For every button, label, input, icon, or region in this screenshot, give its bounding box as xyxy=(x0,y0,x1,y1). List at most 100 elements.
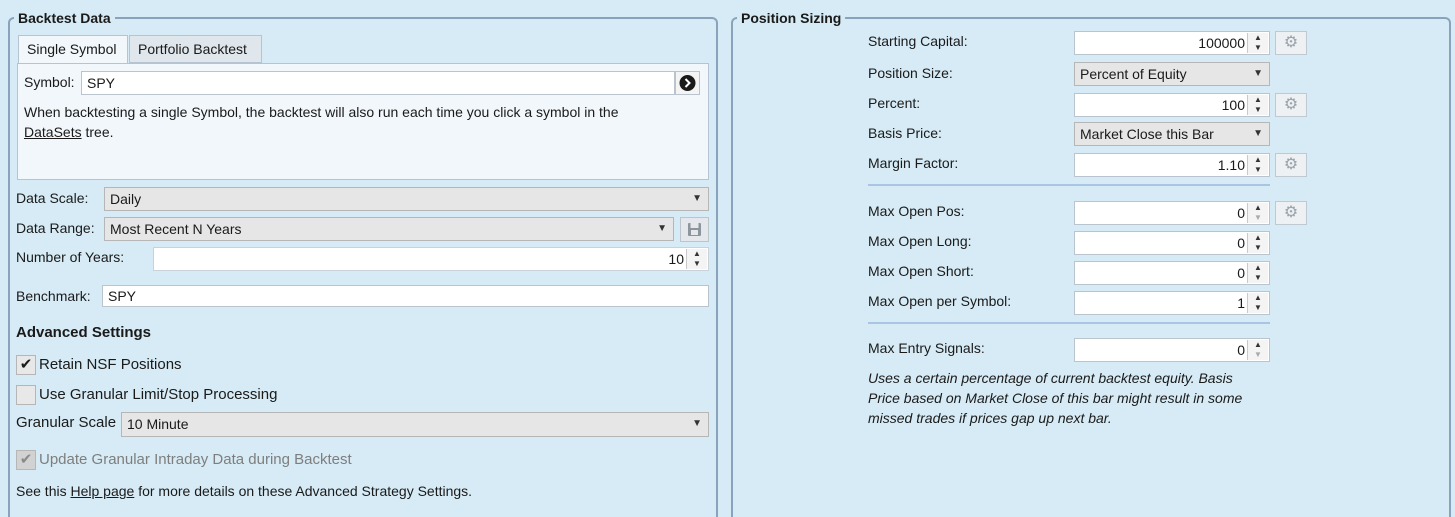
percent-label: Percent: xyxy=(868,95,921,111)
max-open-pos-label: Max Open Pos: xyxy=(868,203,965,219)
spin-up-icon[interactable]: ▲ xyxy=(687,249,707,259)
granular-label: Use Granular Limit/Stop Processing xyxy=(39,386,278,403)
data-scale-value: Daily xyxy=(110,191,142,207)
benchmark-input[interactable]: SPY xyxy=(102,285,709,307)
basis-price-select[interactable]: Market Close this Bar ▼ xyxy=(1074,122,1270,146)
benchmark-label: Benchmark: xyxy=(16,288,91,304)
spin-down-icon[interactable]: ▼ xyxy=(1248,43,1268,53)
spin-down-icon[interactable]: ▼ xyxy=(1248,273,1268,283)
update-intraday-checkbox[interactable]: ✔ xyxy=(16,450,36,470)
percent-value: 100 xyxy=(1221,97,1245,113)
max-open-symbol-input[interactable]: 1 ▲ ▼ xyxy=(1074,291,1270,315)
starting-capital-input[interactable]: 100000 ▲ ▼ xyxy=(1074,31,1270,55)
position-size-select[interactable]: Percent of Equity ▼ xyxy=(1074,62,1270,86)
granular-scale-select[interactable]: 10 Minute ▼ xyxy=(121,412,709,437)
years-value: 10 xyxy=(668,251,684,267)
save-range-button[interactable] xyxy=(680,217,709,242)
max-open-long-value: 0 xyxy=(1237,235,1245,251)
gear-icon: ⚙ xyxy=(1283,156,1299,173)
position-size-label: Position Size: xyxy=(868,65,953,81)
basis-price-label: Basis Price: xyxy=(868,125,942,141)
gear-icon: ⚙ xyxy=(1283,34,1299,51)
tab-portfolio-backtest[interactable]: Portfolio Backtest xyxy=(129,35,262,63)
data-scale-select[interactable]: Daily ▼ xyxy=(104,187,709,211)
go-button[interactable] xyxy=(675,71,700,95)
spin-up-icon[interactable]: ▲ xyxy=(1248,95,1268,105)
chevron-down-icon: ▼ xyxy=(1253,68,1263,79)
arrow-right-circle-icon xyxy=(679,75,696,91)
margin-factor-value: 1.10 xyxy=(1217,157,1245,173)
max-open-short-label: Max Open Short: xyxy=(868,263,974,279)
help-text: See this Help page for more details on t… xyxy=(16,482,472,500)
advanced-settings-title: Advanced Settings xyxy=(16,324,152,341)
datasets-link[interactable]: DataSets xyxy=(24,124,82,140)
max-entry-spinner[interactable]: ▲ ▼ xyxy=(1247,340,1268,360)
starting-capital-gear-button[interactable]: ⚙ xyxy=(1275,31,1307,55)
margin-factor-spinner[interactable]: ▲ ▼ xyxy=(1247,155,1268,175)
years-spinner[interactable]: ▲ ▼ xyxy=(686,249,707,269)
tab-single-symbol-label: Single Symbol xyxy=(27,41,117,57)
max-open-long-spinner[interactable]: ▲ ▼ xyxy=(1247,233,1268,253)
spin-down-icon[interactable]: ▼ xyxy=(1248,105,1268,115)
description-line-2: Price based on Market Close of this bar … xyxy=(868,390,1243,406)
max-entry-value: 0 xyxy=(1237,342,1245,358)
spin-up-icon[interactable]: ▲ xyxy=(1248,340,1268,350)
percent-input[interactable]: 100 ▲ ▼ xyxy=(1074,93,1270,117)
floppy-disk-icon xyxy=(688,223,701,236)
data-range-value: Most Recent N Years xyxy=(110,221,242,237)
spin-down-icon[interactable]: ▼ xyxy=(1248,303,1268,313)
spin-down-icon[interactable]: ▼ xyxy=(1248,243,1268,253)
basis-price-value: Market Close this Bar xyxy=(1080,126,1214,142)
max-open-long-label: Max Open Long: xyxy=(868,233,972,249)
symbol-input[interactable]: SPY xyxy=(81,71,675,95)
max-open-pos-spinner[interactable]: ▲ ▼ xyxy=(1247,203,1268,223)
max-entry-input[interactable]: 0 ▲ ▼ xyxy=(1074,338,1270,362)
spin-down-icon[interactable]: ▼ xyxy=(1248,165,1268,175)
spin-down-icon[interactable]: ▼ xyxy=(1248,350,1268,360)
max-open-pos-input[interactable]: 0 ▲ ▼ xyxy=(1074,201,1270,225)
max-open-symbol-label: Max Open per Symbol: xyxy=(868,293,1012,309)
margin-factor-gear-button[interactable]: ⚙ xyxy=(1275,153,1307,177)
spin-up-icon[interactable]: ▲ xyxy=(1248,33,1268,43)
separator xyxy=(868,184,1270,186)
granular-scale-label: Granular Scale xyxy=(16,414,117,431)
margin-factor-input[interactable]: 1.10 ▲ ▼ xyxy=(1074,153,1270,177)
years-input[interactable]: 10 ▲ ▼ xyxy=(153,247,709,271)
retain-nsf-checkbox[interactable]: ✔ xyxy=(16,355,36,375)
symbol-value: SPY xyxy=(87,75,116,91)
starting-capital-spinner[interactable]: ▲ ▼ xyxy=(1247,33,1268,53)
starting-capital-value: 100000 xyxy=(1198,35,1245,51)
spin-up-icon[interactable]: ▲ xyxy=(1248,263,1268,273)
chevron-down-icon: ▼ xyxy=(657,223,667,234)
data-scale-label: Data Scale: xyxy=(16,190,89,206)
spin-up-icon[interactable]: ▲ xyxy=(1248,203,1268,213)
help-page-link[interactable]: Help page xyxy=(70,483,134,499)
granular-scale-value: 10 Minute xyxy=(127,416,189,432)
spin-down-icon[interactable]: ▼ xyxy=(687,259,707,269)
spin-down-icon[interactable]: ▼ xyxy=(1248,213,1268,223)
checkmark-icon: ✔ xyxy=(19,451,33,468)
single-symbol-info: When backtesting a single Symbol, the ba… xyxy=(24,102,694,142)
spin-up-icon[interactable]: ▲ xyxy=(1248,155,1268,165)
position-sizing-description: Uses a certain percentage of current bac… xyxy=(868,368,1288,428)
max-open-short-spinner[interactable]: ▲ ▼ xyxy=(1247,263,1268,283)
checkmark-icon: ✔ xyxy=(19,356,33,373)
max-open-symbol-spinner[interactable]: ▲ ▼ xyxy=(1247,293,1268,313)
data-range-select[interactable]: Most Recent N Years ▼ xyxy=(104,217,674,241)
percent-spinner[interactable]: ▲ ▼ xyxy=(1247,95,1268,115)
max-open-pos-gear-button[interactable]: ⚙ xyxy=(1275,201,1307,225)
granular-checkbox[interactable] xyxy=(16,385,36,405)
spin-up-icon[interactable]: ▲ xyxy=(1248,293,1268,303)
max-open-short-input[interactable]: 0 ▲ ▼ xyxy=(1074,261,1270,285)
gear-icon: ⚙ xyxy=(1283,204,1299,221)
years-label: Number of Years: xyxy=(16,249,125,265)
percent-gear-button[interactable]: ⚙ xyxy=(1275,93,1307,117)
starting-capital-label: Starting Capital: xyxy=(868,33,968,49)
max-open-long-input[interactable]: 0 ▲ ▼ xyxy=(1074,231,1270,255)
spin-up-icon[interactable]: ▲ xyxy=(1248,233,1268,243)
chevron-down-icon: ▼ xyxy=(1253,128,1263,139)
info-text: When backtesting a single Symbol, the ba… xyxy=(24,104,619,120)
position-size-value: Percent of Equity xyxy=(1080,66,1187,82)
max-open-short-value: 0 xyxy=(1237,265,1245,281)
tab-single-symbol[interactable]: Single Symbol xyxy=(18,35,128,64)
